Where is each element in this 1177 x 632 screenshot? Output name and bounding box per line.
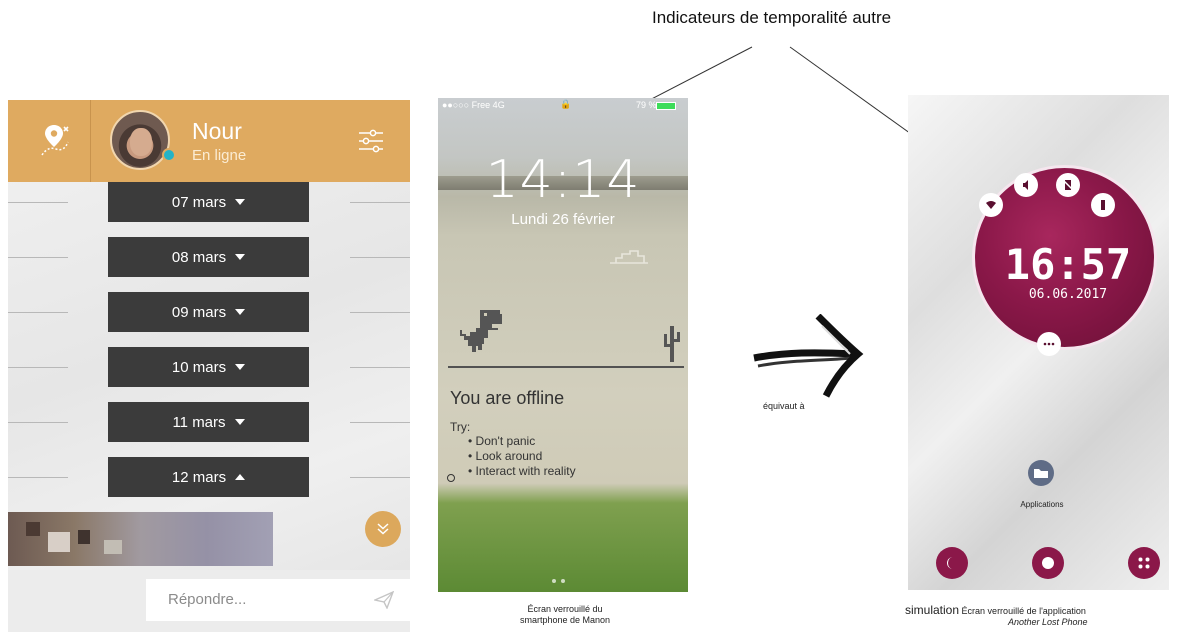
try-label: Try:: [450, 420, 471, 434]
date-divider-left: [8, 477, 68, 478]
moon-button[interactable]: [936, 547, 968, 579]
applications-button[interactable]: [1028, 460, 1054, 486]
no-sim-icon[interactable]: [1056, 173, 1080, 197]
chevron-double-down-icon: [377, 523, 389, 535]
annotation-title: Indicateurs de temporalité autre: [652, 8, 892, 27]
date-divider-right: [350, 422, 410, 423]
date-divider-left: [8, 312, 68, 313]
date-divider-left: [8, 202, 68, 203]
caret-down-icon: [235, 199, 246, 205]
send-icon[interactable]: [374, 591, 394, 609]
wifi-icon[interactable]: [979, 193, 1003, 217]
date-label: 09 mars: [171, 303, 227, 321]
home-icon: [1042, 557, 1054, 569]
lockscreen-time: 14:14: [485, 150, 641, 210]
caret-down-icon: [235, 309, 246, 315]
date-row: 12 mars: [8, 457, 410, 497]
moon-icon: [947, 557, 953, 569]
date-divider-right: [350, 202, 410, 203]
home-button[interactable]: [1032, 547, 1064, 579]
date-label: 07 mars: [171, 193, 227, 211]
contact-status: En ligne: [192, 147, 247, 164]
apps-grid-button[interactable]: [1128, 547, 1160, 579]
offline-title: You are offline: [450, 388, 565, 408]
list-item: Interact with reality: [468, 464, 576, 479]
equivalence-label: équivaut à: [763, 401, 805, 411]
battery-percent: 79 %: [636, 100, 657, 110]
battery-icon: [656, 102, 676, 110]
date-row: 07 mars: [8, 182, 410, 222]
sliders-icon[interactable]: [358, 128, 384, 154]
date-row: 11 mars: [8, 402, 410, 442]
dinosaur-icon: [460, 310, 502, 352]
page-dots: [552, 579, 565, 583]
date-toggle-button[interactable]: 10 mars: [108, 347, 309, 387]
reply-input[interactable]: Répondre...: [146, 579, 410, 621]
date-divider-left: [8, 422, 68, 423]
caption-text: Écran verrouillé de l'application: [961, 606, 1086, 616]
ground-line: [448, 366, 684, 368]
date-row: 09 mars: [8, 292, 410, 332]
caption-bold: simulation: [905, 603, 960, 617]
game-caption: simulation Écran verrouillé de l'applica…: [905, 603, 1170, 628]
date-toggle-button[interactable]: 09 mars: [108, 292, 309, 332]
game-date: 06.06.2017: [1028, 287, 1108, 302]
reply-placeholder: Répondre...: [168, 591, 247, 608]
caption-title: Another Lost Phone: [1008, 617, 1088, 627]
date-divider-left: [8, 257, 68, 258]
game-time: 16:57: [1004, 240, 1132, 289]
date-row: 08 mars: [8, 237, 410, 277]
carrier-label: ●●○○○ Free 4G: [442, 100, 505, 110]
date-toggle-button[interactable]: 07 mars: [108, 182, 309, 222]
date-label: 10 mars: [171, 358, 227, 376]
shared-photo[interactable]: [8, 512, 273, 566]
tips-list: Don't panic Look around Interact with re…: [468, 434, 576, 479]
status-bar: ●●○○○ Free 4G 🔒 79 %: [438, 98, 688, 114]
header-divider: [90, 100, 91, 182]
lock-icon: 🔒: [560, 99, 572, 109]
chat-header: Nour En ligne: [8, 100, 410, 182]
online-indicator: [162, 148, 176, 162]
caret-down-icon: [235, 364, 246, 370]
equivalence-arrow-icon: [753, 314, 864, 398]
lockscreen-date: Lundi 26 février: [511, 211, 615, 228]
map-pin-route-icon[interactable]: [36, 122, 72, 158]
avatar-face: [130, 128, 152, 156]
camera-icon: [447, 474, 455, 482]
date-toggle-button[interactable]: 11 mars: [108, 402, 309, 442]
phone-lockscreen: ●●○○○ Free 4G 🔒 79 % 14:14 Lundi 26 févr…: [438, 98, 688, 592]
date-toggle-button[interactable]: 12 mars: [108, 457, 309, 497]
cactus-icon: [664, 326, 680, 362]
scroll-down-button[interactable]: [365, 511, 401, 547]
date-label: 11 mars: [172, 413, 226, 431]
apps-grid-icon: [1138, 557, 1150, 569]
list-item: Look around: [468, 449, 576, 464]
cloud-icon: [610, 250, 648, 264]
list-item: Don't panic: [468, 434, 576, 449]
avatar[interactable]: [110, 110, 170, 170]
date-toggle-button[interactable]: 08 mars: [108, 237, 309, 277]
phone-caption: Écran verrouillé du smartphone de Manon: [490, 604, 640, 626]
sound-icon[interactable]: [1014, 173, 1038, 197]
battery-icon[interactable]: [1091, 193, 1115, 217]
date-divider-right: [350, 257, 410, 258]
date-label: 12 mars: [171, 468, 227, 486]
date-label: 08 mars: [171, 248, 227, 266]
caption-line: smartphone de Manon: [519, 615, 611, 625]
more-icon[interactable]: [1037, 332, 1061, 356]
caret-down-icon: [235, 254, 246, 260]
date-divider-right: [350, 477, 410, 478]
date-divider-right: [350, 367, 410, 368]
contact-name: Nour: [192, 118, 242, 144]
caret-down-icon: [234, 419, 245, 425]
game-lockscreen: 16:57 06.06.2017 Applications: [908, 95, 1169, 590]
applications-label: Applications: [1020, 500, 1064, 509]
date-divider-left: [8, 367, 68, 368]
folder-icon: [1034, 469, 1048, 478]
date-divider-right: [350, 312, 410, 313]
date-row: 10 mars: [8, 347, 410, 387]
caption-line: Écran verrouillé du: [527, 604, 603, 614]
caret-up-icon: [235, 474, 246, 480]
chat-app-screen: Nour En ligne 07 mars 08 mars 09 mars 10…: [8, 100, 410, 632]
